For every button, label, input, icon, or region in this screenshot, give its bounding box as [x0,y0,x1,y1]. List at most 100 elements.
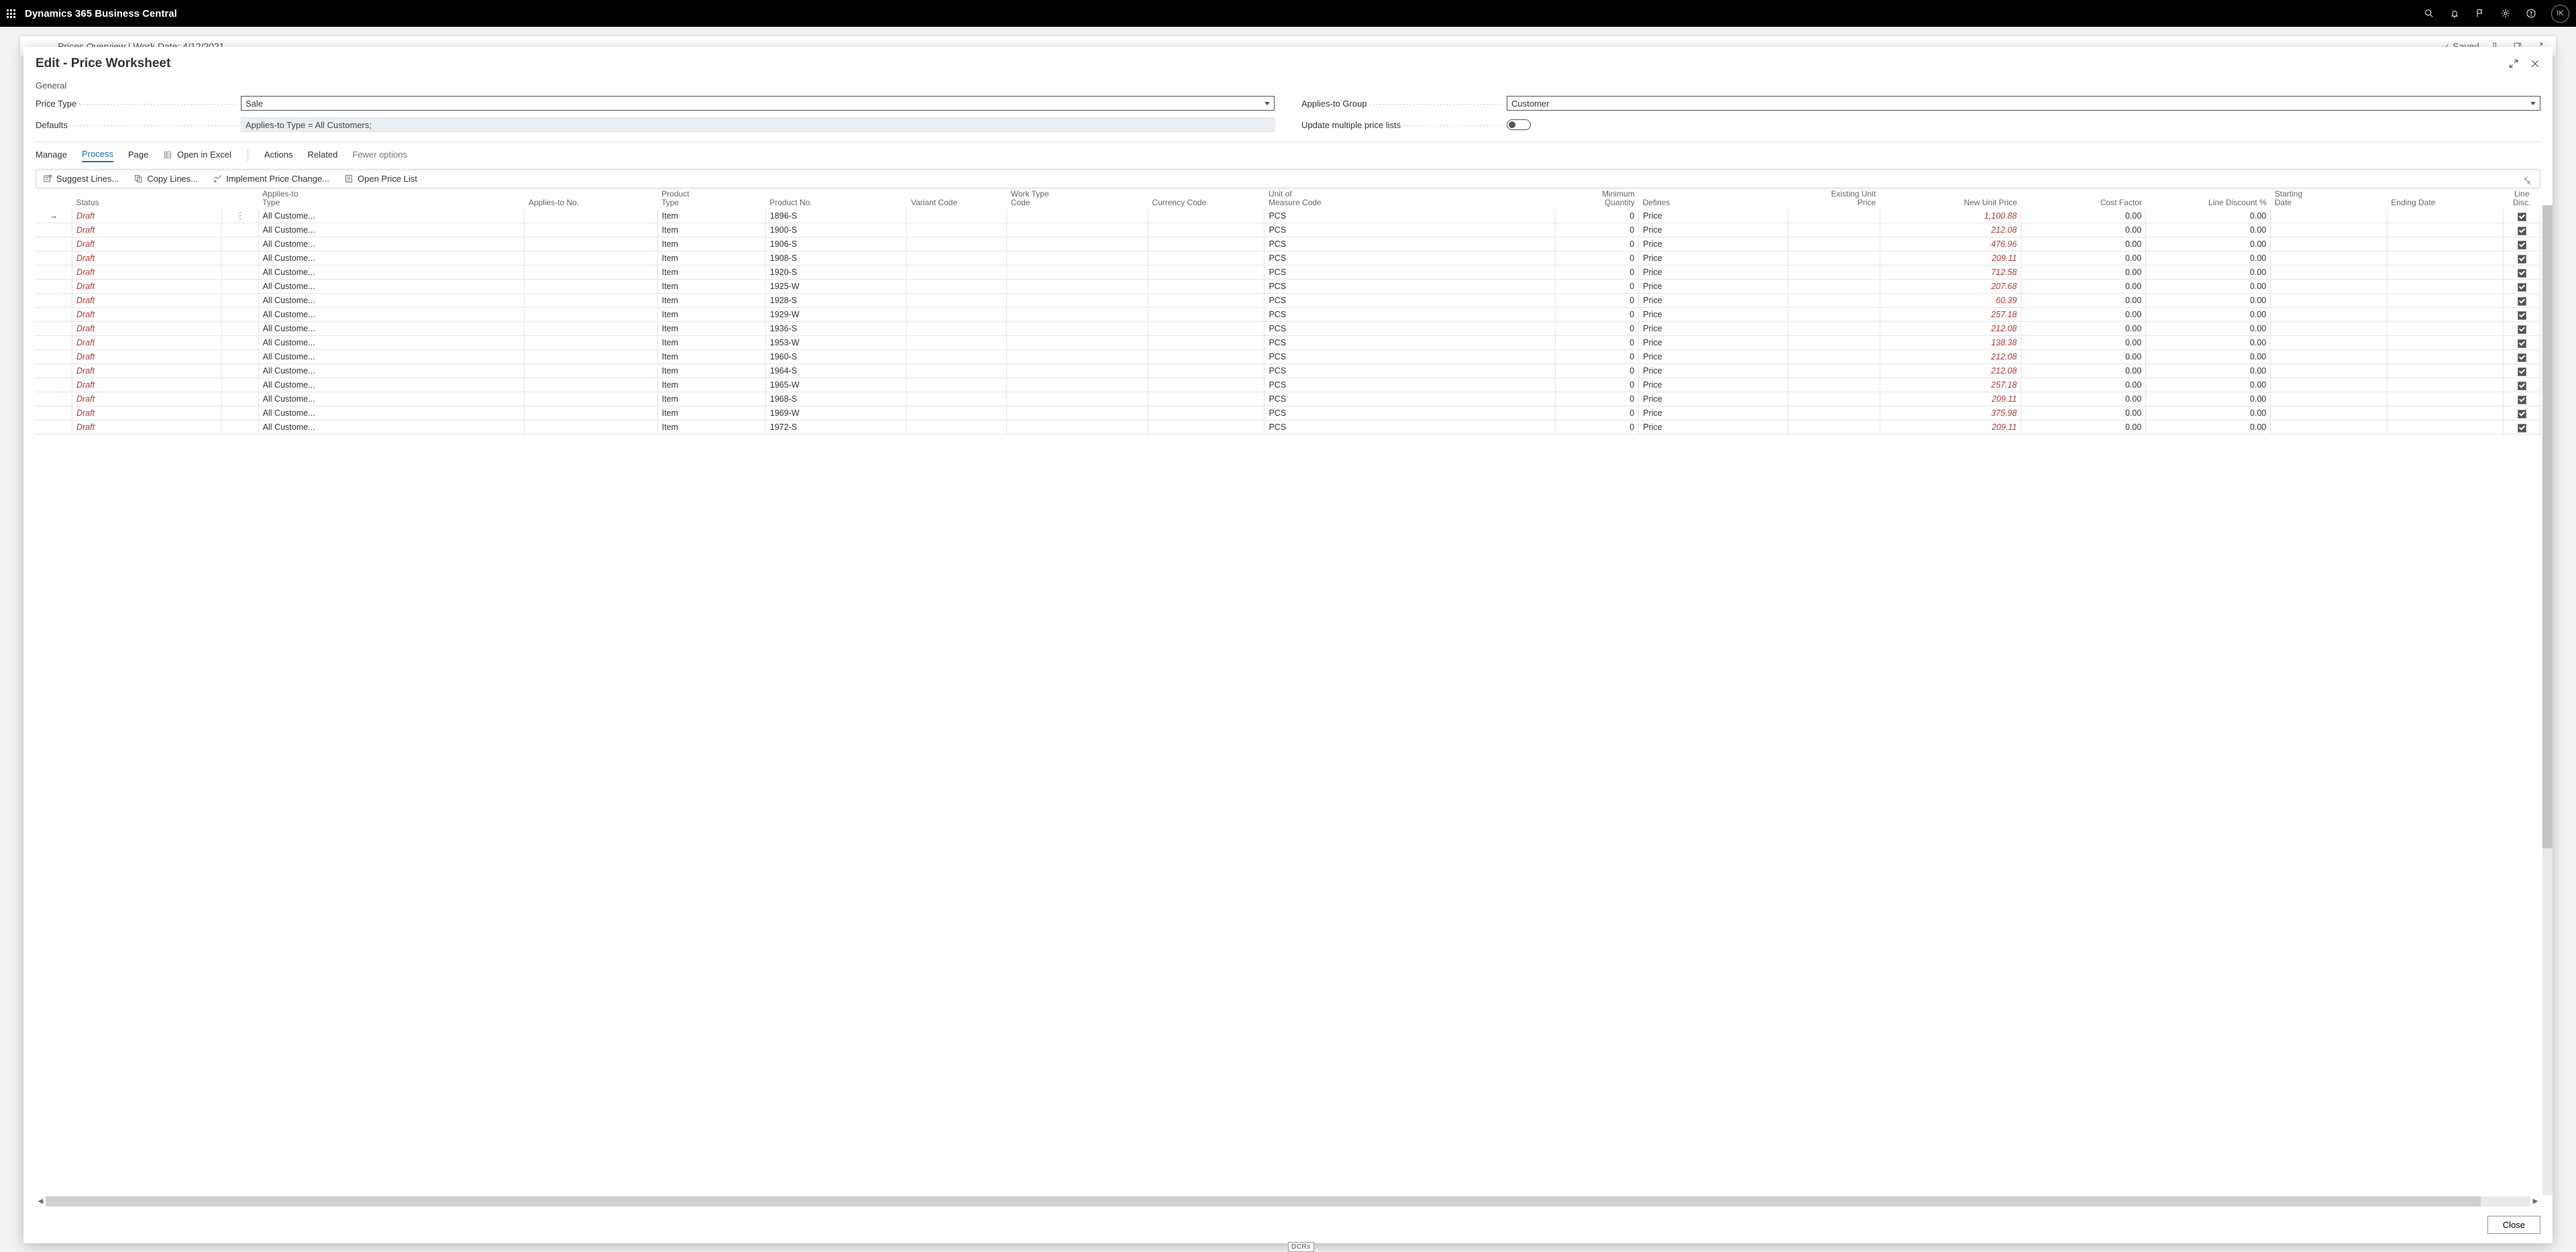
col-line-discount[interactable]: Line Discount % [2146,188,2271,209]
cell-line-disc-flag[interactable] [2504,350,2540,364]
row-menu-button[interactable] [222,420,259,435]
pin-icon[interactable] [2523,175,2533,185]
cell-existing-unit-price[interactable] [1788,364,1880,378]
search-icon[interactable] [2424,8,2434,19]
cell-new-unit-price[interactable]: 476.96 [1880,237,2021,251]
row-menu-button[interactable] [222,251,259,266]
cell-product-no[interactable]: 1936-S [765,322,907,336]
cell-uom[interactable]: PCS [1265,209,1556,223]
cell-currency[interactable] [1148,392,1265,406]
cell-uom[interactable]: PCS [1265,280,1556,294]
col-new-unit-price[interactable]: New Unit Price [1880,188,2021,209]
cell-line-disc-flag[interactable] [2504,420,2540,435]
cell-product-no[interactable]: 1908-S [765,251,907,266]
cell-applies-to-type[interactable]: All Custome... [258,294,525,308]
cell-cost-factor[interactable]: 0.00 [2021,209,2146,223]
cell-starting-date[interactable] [2271,280,2387,294]
cell-variant[interactable] [907,364,1007,378]
cell-work-type[interactable] [1007,336,1148,350]
cell-variant[interactable] [907,294,1007,308]
cell-variant[interactable] [907,350,1007,364]
cell-line-discount[interactable]: 0.00 [2146,392,2271,406]
cell-defines[interactable]: Price [1639,223,1788,237]
checkbox-checked-icon[interactable] [2518,241,2526,249]
cell-variant[interactable] [907,308,1007,322]
cell-line-disc-flag[interactable] [2504,266,2540,280]
cell-cost-factor[interactable]: 0.00 [2021,223,2146,237]
checkbox-checked-icon[interactable] [2518,325,2526,334]
cell-currency[interactable] [1148,237,1265,251]
cell-applies-to-no[interactable] [525,420,657,435]
table-row[interactable]: DraftAll Custome...Item1972-SPCS0Price20… [36,420,2540,435]
cell-ending-date[interactable] [2387,266,2504,280]
app-launcher-icon[interactable] [7,9,15,18]
cell-cost-factor[interactable]: 0.00 [2021,308,2146,322]
row-selector[interactable] [36,223,72,237]
col-cost-factor[interactable]: Cost Factor [2021,188,2146,209]
cell-currency[interactable] [1148,209,1265,223]
table-row[interactable]: DraftAll Custome...Item1964-SPCS0Price21… [36,364,2540,378]
cell-ending-date[interactable] [2387,406,2504,420]
cell-new-unit-price[interactable]: 212.08 [1880,350,2021,364]
cell-line-disc-flag[interactable] [2504,336,2540,350]
cell-currency[interactable] [1148,350,1265,364]
price-type-select[interactable]: Sale [241,96,1275,111]
cell-variant[interactable] [907,378,1007,392]
cell-work-type[interactable] [1007,364,1148,378]
help-icon[interactable] [2526,8,2536,19]
cell-variant[interactable] [907,237,1007,251]
cell-starting-date[interactable] [2271,406,2387,420]
cell-min-qty[interactable]: 0 [1556,266,1639,280]
row-selector[interactable] [36,420,72,435]
cell-product-type[interactable]: Item [657,392,765,406]
col-defines[interactable]: Defines [1639,188,1788,209]
table-row[interactable]: DraftAll Custome...Item1908-SPCS0Price20… [36,251,2540,266]
cell-currency[interactable] [1148,266,1265,280]
table-row[interactable]: DraftAll Custome...Item1929-WPCS0Price25… [36,308,2540,322]
cell-cost-factor[interactable]: 0.00 [2021,280,2146,294]
cell-currency[interactable] [1148,280,1265,294]
table-row[interactable]: DraftAll Custome...Item1928-SPCS0Price60… [36,294,2540,308]
row-selector[interactable] [36,251,72,266]
cell-applies-to-no[interactable] [525,364,657,378]
cell-currency[interactable] [1148,378,1265,392]
cell-starting-date[interactable] [2271,420,2387,435]
cell-line-discount[interactable]: 0.00 [2146,237,2271,251]
cell-existing-unit-price[interactable] [1788,308,1880,322]
cell-applies-to-no[interactable] [525,280,657,294]
col-existing-unit-price[interactable]: Existing UnitPrice [1788,188,1880,209]
cell-existing-unit-price[interactable] [1788,406,1880,420]
cell-product-no[interactable]: 1929-W [765,308,907,322]
row-menu-button[interactable] [222,322,259,336]
cell-existing-unit-price[interactable] [1788,251,1880,266]
cell-line-disc-flag[interactable] [2504,294,2540,308]
cell-min-qty[interactable]: 0 [1556,392,1639,406]
cell-variant[interactable] [907,266,1007,280]
checkbox-checked-icon[interactable] [2518,339,2526,348]
row-selector[interactable] [36,280,72,294]
close-button[interactable]: Close [2487,1216,2540,1234]
cell-work-type[interactable] [1007,294,1148,308]
flag-icon[interactable] [2475,8,2485,19]
cell-uom[interactable]: PCS [1265,308,1556,322]
cell-line-discount[interactable]: 0.00 [2146,336,2271,350]
applies-to-group-select[interactable]: Customer [1507,96,2540,111]
cell-defines[interactable]: Price [1639,350,1788,364]
table-row[interactable]: DraftAll Custome...Item1968-SPCS0Price20… [36,392,2540,406]
cell-min-qty[interactable]: 0 [1556,223,1639,237]
cell-product-no[interactable]: 1906-S [765,237,907,251]
cell-applies-to-type[interactable]: All Custome... [258,251,525,266]
vertical-scrollbar[interactable] [2542,205,2553,1195]
col-work-type-code[interactable]: Work TypeCode [1007,188,1148,209]
cell-line-discount[interactable]: 0.00 [2146,322,2271,336]
cell-variant[interactable] [907,420,1007,435]
user-avatar[interactable]: IK [2551,5,2569,23]
cell-variant[interactable] [907,209,1007,223]
cell-status[interactable]: Draft [72,251,222,266]
cell-applies-to-no[interactable] [525,406,657,420]
cell-work-type[interactable] [1007,237,1148,251]
col-product-type[interactable]: ProductType [657,188,765,209]
checkbox-checked-icon[interactable] [2518,410,2526,418]
cell-ending-date[interactable] [2387,209,2504,223]
cell-defines[interactable]: Price [1639,392,1788,406]
